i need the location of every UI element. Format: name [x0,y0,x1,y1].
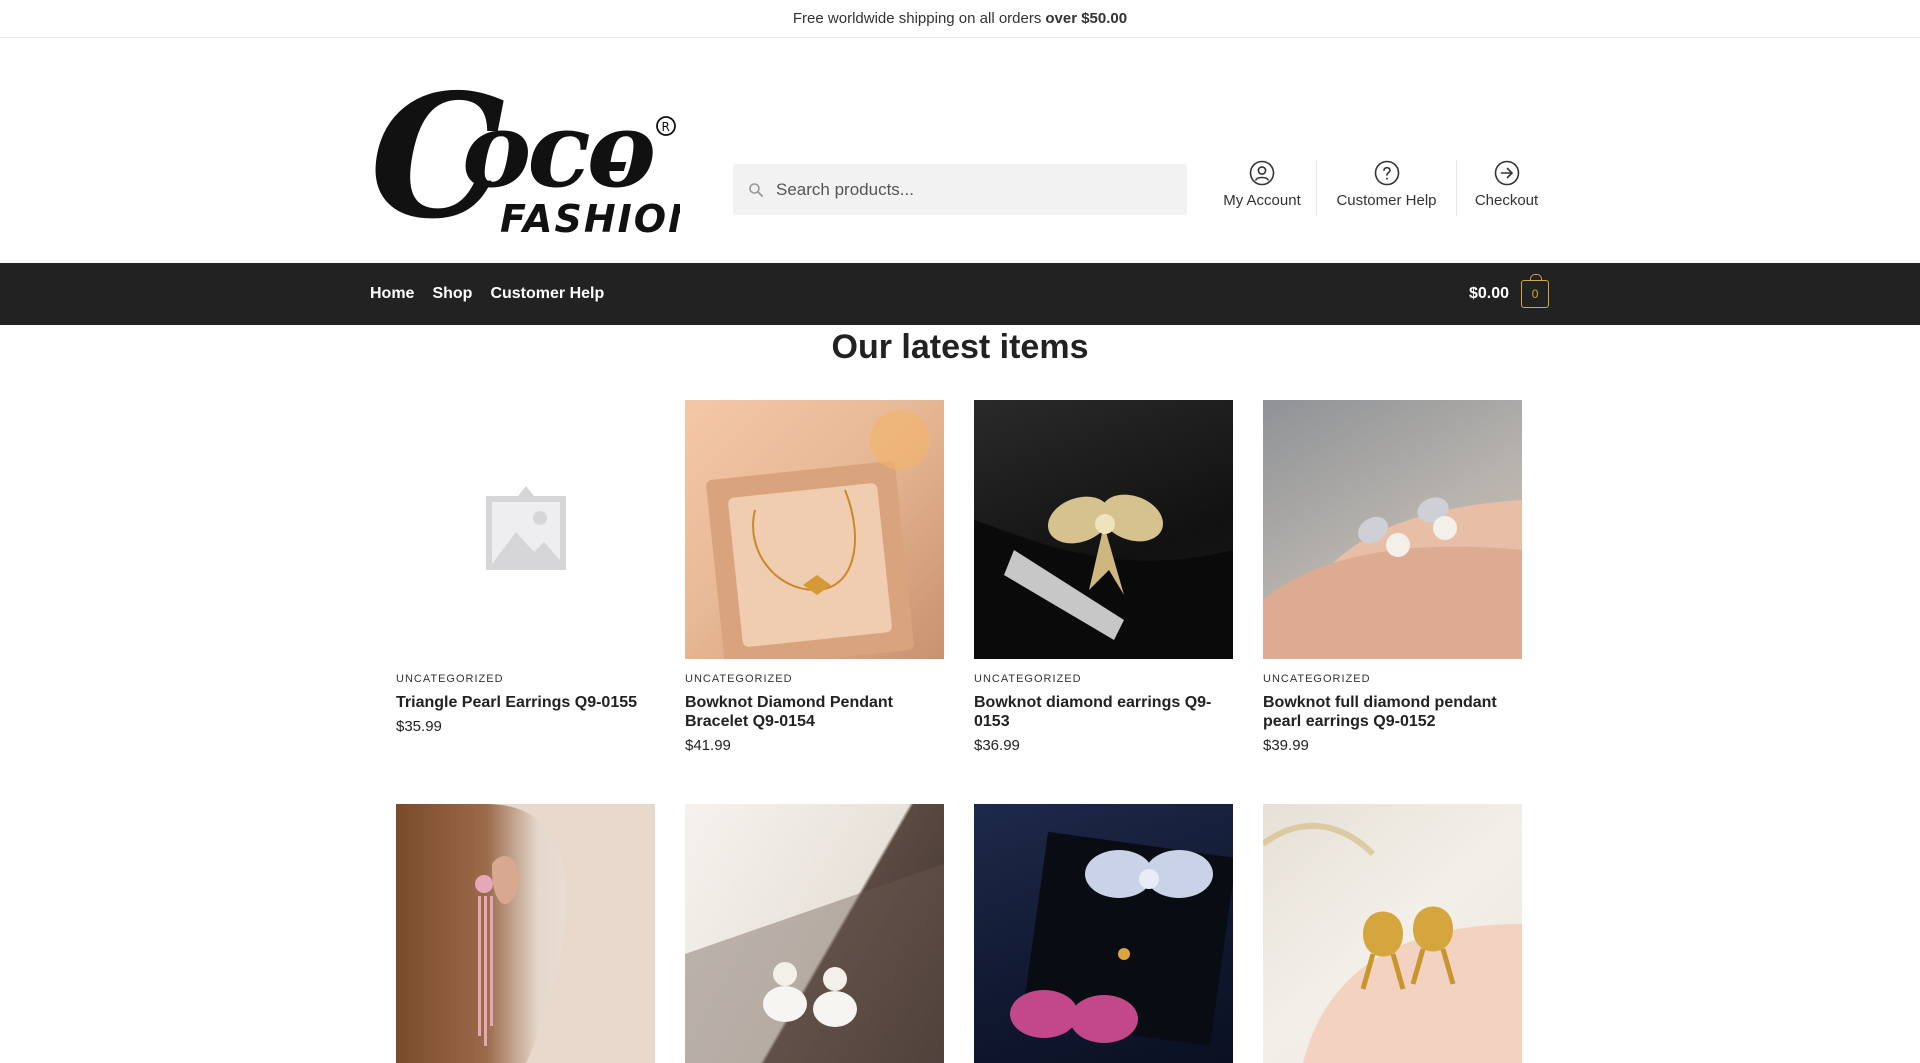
shipping-notice-text: Free worldwide shipping on all orders [792,10,1042,27]
shipping-notice: Free worldwide shipping on all orders ov… [0,0,1920,38]
product-grid: UNCATEGORIZED Triangle Pearl Earrings Q9… [396,400,1524,1063]
tassel-earring-illustration [475,804,655,1063]
my-account-link[interactable]: My Account [1208,160,1316,216]
nav-item-customer-help[interactable]: Customer Help [490,285,604,303]
bracelet-illustration [706,410,930,659]
user-circle-icon [1249,160,1275,186]
pearl-studs-illustration [685,864,944,1063]
product-placeholder-image[interactable] [396,400,655,659]
nav-menu: Home Shop Customer Help [370,285,622,303]
product-name[interactable]: Bowknot diamond earrings Q9-0153 [974,693,1233,731]
product-category: UNCATEGORIZED [685,673,793,685]
cart-summary[interactable]: $0.00 0 [1469,274,1550,308]
nav-item-home[interactable]: Home [370,285,414,303]
svg-text:FASHION: FASHION [500,197,680,241]
customer-help-label: Customer Help [1336,192,1437,209]
cart-count-badge: 0 [1521,274,1550,308]
gold-bracelet-photo[interactable] [685,400,944,659]
search-input[interactable] [776,164,1187,215]
gold-bow-studs-photo[interactable] [1263,804,1522,1063]
product-category: UNCATEGORIZED [974,673,1082,685]
cart-total: $0.00 [1469,285,1510,302]
product-card[interactable] [1263,804,1522,1063]
checkout-label: Checkout [1474,192,1539,209]
arrow-right-circle-icon [1494,160,1519,186]
search-icon [749,182,763,197]
crystal-bow-set-photo[interactable] [974,804,1233,1063]
product-card[interactable] [396,804,655,1063]
shipping-notice-threshold: over $50.00 [1045,10,1128,27]
site-logo[interactable]: C oco FASHION R [370,57,700,257]
site-header: C oco FASHION R My Account [0,38,1920,263]
product-name[interactable]: Bowknot Diamond Pendant Bracelet Q9-0154 [685,693,944,731]
pearl-bow-studs-photo[interactable] [685,804,944,1063]
product-name[interactable]: Triangle Pearl Earrings Q9-0155 [396,693,655,712]
main-navigation: Home Shop Customer Help $0.00 0 [0,263,1920,325]
product-card[interactable] [685,804,944,1063]
customer-help-link[interactable]: Customer Help [1316,160,1456,216]
nav-item-shop[interactable]: Shop [432,285,472,303]
svg-text:oco: oco [462,88,653,211]
svg-text:R: R [662,120,670,134]
product-card[interactable]: UNCATEGORIZED Bowknot full diamond penda… [1263,400,1522,754]
product-card[interactable]: UNCATEGORIZED Triangle Pearl Earrings Q9… [396,400,655,754]
gold-studs-illustration [1263,822,1522,1063]
diamond-bow-brooch-photo[interactable] [974,400,1233,659]
product-category: UNCATEGORIZED [1263,673,1371,685]
product-price: $36.99 [974,737,1020,754]
product-category: UNCATEGORIZED [396,673,504,685]
earrings-illustration [1263,497,1522,659]
brooch-illustration [974,494,1233,659]
checkout-link[interactable]: Checkout [1456,160,1556,216]
logo-graphic: C oco FASHION R [370,57,700,257]
product-price: $41.99 [685,737,731,754]
product-name[interactable]: Bowknot full diamond pendant pearl earri… [1263,693,1522,731]
question-circle-icon [1374,160,1399,186]
product-price: $39.99 [1263,737,1309,754]
product-card[interactable] [974,804,1233,1063]
header-links: My Account Customer Help Checkout [1208,160,1556,216]
product-card[interactable]: UNCATEGORIZED Bowknot Diamond Pendant Br… [685,400,944,754]
product-price: $35.99 [396,718,442,735]
placeholder-image-icon [485,485,566,570]
my-account-label: My Account [1223,192,1301,209]
crystal-bow-illustration [1010,831,1233,1047]
product-card[interactable]: UNCATEGORIZED Bowknot diamond earrings Q… [974,400,1233,754]
search-bar[interactable] [733,164,1187,215]
pearl-bow-earrings-photo[interactable] [1263,400,1522,659]
section-title: Our latest items [831,328,1089,366]
pink-tassel-earring-photo[interactable] [396,804,655,1063]
